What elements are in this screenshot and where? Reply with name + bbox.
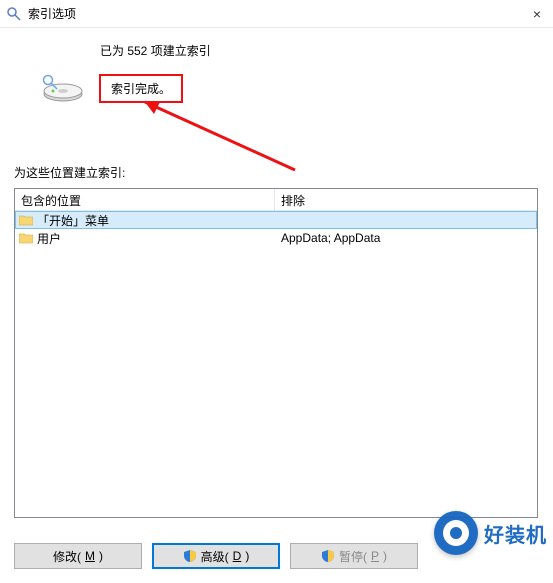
titlebar: 索引选项 × xyxy=(0,0,553,28)
column-header-included[interactable]: 包含的位置 xyxy=(15,189,275,210)
window-title: 索引选项 xyxy=(28,5,76,22)
index-options-icon xyxy=(6,6,22,22)
folder-icon xyxy=(19,232,33,244)
pause-button[interactable]: 暂停( P) xyxy=(290,543,418,569)
watermark: 好装机 xyxy=(434,511,547,555)
button-hotkey: M xyxy=(85,549,95,563)
button-label-post: ) xyxy=(245,549,249,563)
table-row[interactable]: 用户 AppData; AppData xyxy=(15,229,537,247)
table-header: 包含的位置 排除 xyxy=(15,189,537,211)
table-row[interactable]: 「开始」菜单 xyxy=(15,211,537,229)
button-label-pre: 高级( xyxy=(201,548,229,565)
modify-button[interactable]: 修改( M) xyxy=(14,543,142,569)
watermark-badge-icon xyxy=(434,511,478,555)
cell-included: 用户 xyxy=(37,230,61,247)
button-hotkey: D xyxy=(233,549,242,563)
index-summary: 已为 552 项建立索引 xyxy=(100,42,553,59)
watermark-text: 好装机 xyxy=(484,519,547,548)
annotation-arrow xyxy=(120,92,320,182)
button-label-post: ) xyxy=(99,549,103,563)
locations-table: 包含的位置 排除 「开始」菜单 用户 AppData; AppData xyxy=(14,188,538,518)
cell-excluded: AppData; AppData xyxy=(275,231,537,245)
cell-included: 「开始」菜单 xyxy=(37,212,109,229)
button-hotkey: P xyxy=(371,549,379,563)
close-button[interactable]: × xyxy=(527,6,547,22)
drive-icon xyxy=(42,72,84,104)
advanced-button[interactable]: 高级( D) xyxy=(152,543,280,569)
folder-icon xyxy=(19,214,33,226)
index-locations-label: 为这些位置建立索引: xyxy=(14,164,125,181)
button-row: 修改( M) 高级( D) 暂停( P) xyxy=(14,543,418,569)
index-status-highlight: 索引完成。 xyxy=(99,74,183,103)
shield-icon xyxy=(321,549,335,563)
button-label-post: ) xyxy=(383,549,387,563)
button-label-pre: 修改( xyxy=(53,548,81,565)
button-label-pre: 暂停( xyxy=(339,548,367,565)
shield-icon xyxy=(183,549,197,563)
column-header-excluded[interactable]: 排除 xyxy=(275,189,537,210)
